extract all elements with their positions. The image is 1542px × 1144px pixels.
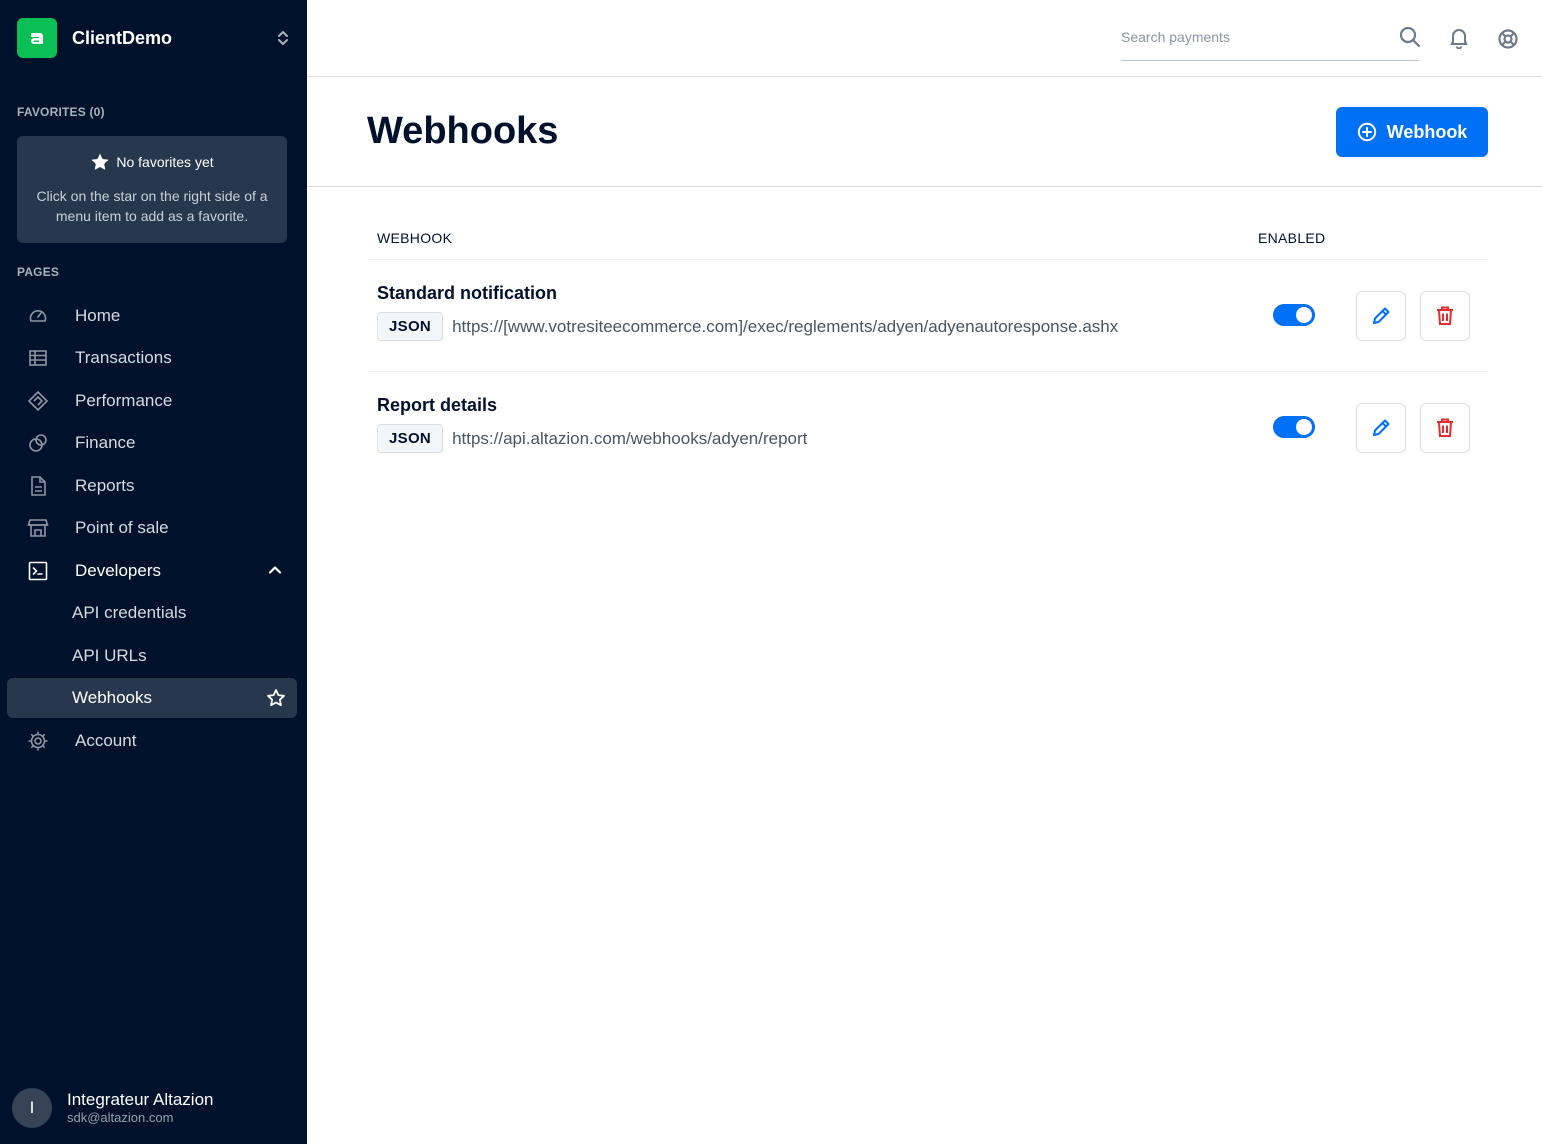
sidebar-item-label: API URLs [72, 646, 147, 665]
edit-button[interactable] [1356, 291, 1406, 341]
pencil-icon [1373, 307, 1390, 324]
user-email: sdk@altazion.com [67, 1110, 174, 1125]
sidebar-item-reports[interactable]: Reports [7, 466, 297, 506]
chevron-up-icon [267, 562, 283, 583]
table-row: Report details JSON https://api.altazion… [367, 372, 1488, 484]
format-tag: JSON [377, 312, 444, 341]
sidebar-subitem-api-credentials[interactable]: API credentials [7, 593, 297, 633]
home-gauge-icon [27, 305, 49, 327]
page-title: Webhooks [367, 110, 559, 152]
pencil-icon [1373, 419, 1390, 436]
document-icon [27, 475, 49, 497]
sidebar-item-label: Account [75, 731, 137, 750]
add-webhook-label: Webhook [1386, 121, 1468, 142]
gear-icon [27, 730, 49, 752]
sidebar-subitem-webhooks[interactable]: Webhooks [7, 678, 297, 718]
account-name: ClientDemo [72, 27, 173, 48]
sidebar-subitem-api-urls[interactable]: API URLs [7, 636, 297, 676]
search-box [1121, 20, 1421, 61]
table-icon [27, 347, 49, 369]
company-logo-icon [17, 18, 57, 58]
sidebar-item-label: Webhooks [72, 688, 153, 707]
star-filled-icon [91, 153, 109, 170]
add-webhook-button[interactable]: Webhook [1336, 107, 1488, 157]
user-name: Integrateur Altazion [67, 1090, 214, 1109]
plus-circle-icon [1357, 122, 1376, 142]
performance-icon [27, 390, 49, 412]
sidebar-item-label: Performance [75, 391, 173, 410]
pages-label: PAGES [17, 265, 60, 279]
sidebar-item-label: Transactions [75, 348, 172, 367]
app: ClientDemo FAVORITES (0) No favorites ye… [0, 0, 1542, 1144]
account-switcher[interactable]: ClientDemo [17, 18, 293, 58]
sidebar-item-label: Home [75, 306, 121, 325]
webhook-url: https://api.altazion.com/webhooks/adyen/… [452, 428, 808, 448]
user-menu[interactable]: I Integrateur Altazion sdk@altazion.com [12, 1088, 292, 1128]
format-tag: JSON [377, 424, 444, 453]
favorite-star-icon[interactable] [266, 688, 286, 713]
sidebar-item-label: Point of sale [75, 518, 169, 537]
trash-icon [1437, 418, 1453, 437]
sidebar: ClientDemo FAVORITES (0) No favorites ye… [0, 0, 307, 1144]
favorites-label: FAVORITES (0) [17, 105, 105, 119]
sidebar-item-label: Finance [75, 433, 136, 452]
sidebar-item-label: Developers [75, 561, 161, 580]
topbar [307, 0, 1542, 77]
sidebar-item-label: API credentials [72, 603, 187, 622]
chevron-up-down-icon [273, 26, 293, 50]
webhook-name: Standard notification [377, 283, 557, 303]
webhook-url: https://[www.votresiteecommerce.com]/exe… [452, 316, 1119, 336]
help-lifebuoy-icon[interactable] [1497, 28, 1519, 55]
table-header: WEBHOOK ENABLED [367, 217, 1488, 260]
edit-button[interactable] [1356, 403, 1406, 453]
terminal-icon [27, 560, 49, 582]
sidebar-item-point-of-sale[interactable]: Point of sale [7, 508, 297, 548]
store-icon [27, 517, 49, 539]
bell-icon[interactable] [1449, 27, 1469, 54]
finance-icon [27, 432, 49, 454]
delete-button[interactable] [1420, 291, 1470, 341]
page-header: Webhooks Webhook [307, 77, 1542, 187]
avatar: I [12, 1088, 52, 1128]
column-header-webhook: WEBHOOK [377, 230, 453, 246]
trash-icon [1437, 306, 1453, 325]
sidebar-item-developers[interactable]: Developers [7, 551, 297, 591]
webhook-name: Report details [377, 395, 498, 415]
sidebar-item-finance[interactable]: Finance [7, 423, 297, 463]
search-input[interactable] [1121, 26, 1381, 48]
sidebar-item-home[interactable]: Home [7, 296, 297, 336]
sidebar-item-account[interactable]: Account [7, 721, 297, 761]
favorites-empty-box: No favorites yet Click on the star on th… [17, 136, 287, 243]
sidebar-item-label: Reports [75, 476, 135, 495]
webhooks-table: WEBHOOK ENABLED Standard notification JS… [367, 217, 1488, 484]
favorites-empty-desc: Click on the star on the right side of a… [36, 188, 268, 224]
delete-button[interactable] [1420, 403, 1470, 453]
search-icon[interactable] [1399, 26, 1421, 53]
sidebar-item-performance[interactable]: Performance [7, 381, 297, 421]
favorites-empty-title: No favorites yet [116, 154, 214, 170]
enabled-toggle[interactable] [1273, 416, 1315, 438]
enabled-toggle[interactable] [1273, 304, 1315, 326]
column-header-enabled: ENABLED [1258, 230, 1326, 246]
table-row: Standard notification JSON https://[www.… [367, 260, 1488, 372]
sidebar-item-transactions[interactable]: Transactions [7, 338, 297, 378]
